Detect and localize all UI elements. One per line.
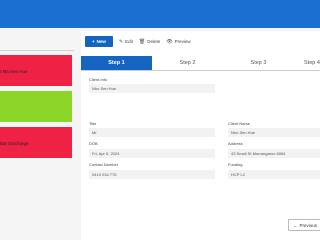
step-tabs: Step 1 Step 2 Step 3 Step 4	[81, 56, 320, 71]
tab-step-3[interactable]: Step 3	[223, 56, 294, 70]
contact-number-field[interactable]: 0419 034 776	[89, 170, 215, 179]
top-app-bar	[0, 0, 320, 28]
tab-step-4[interactable]: Step 4	[294, 56, 320, 70]
edit-button[interactable]: ✎ Edit	[119, 39, 133, 45]
client-name-field[interactable]: Nho Sen Hue	[228, 128, 320, 137]
plus-icon: +	[92, 39, 95, 44]
funding-label: Funding	[228, 162, 243, 167]
new-button[interactable]: + New	[85, 36, 113, 47]
dob-field[interactable]: Fri, Apr 5, 2024	[89, 149, 215, 158]
tab-step-2[interactable]: Step 2	[152, 56, 223, 70]
client-card-discharge[interactable]: Bar Discharge	[0, 127, 72, 158]
arrow-left-icon: ←	[293, 222, 298, 228]
client-card-label: Bar Discharge	[0, 141, 29, 146]
client-name-label: Client Name	[228, 121, 251, 126]
client-card-ok[interactable]	[0, 91, 72, 122]
pencil-icon: ✎	[118, 38, 124, 45]
client-info-field[interactable]: Nho Sen Hue	[89, 84, 215, 93]
command-bar: + New ✎ Edit 🗑 Delete 👁 Preview	[85, 36, 191, 47]
left-divider	[0, 50, 74, 51]
title-label: Title	[89, 121, 97, 126]
trash-icon: 🗑	[138, 38, 146, 45]
client-card-alert[interactable]: t Ma Sen Hue	[0, 55, 72, 86]
tab-step-1[interactable]: Step 1	[81, 56, 152, 70]
eye-icon: 👁	[166, 38, 173, 45]
contact-number-label: Contact Number	[89, 162, 119, 167]
client-info-label: Client Info	[89, 77, 108, 82]
dob-label: DOB	[89, 141, 98, 146]
preview-button[interactable]: 👁 Preview	[166, 39, 190, 45]
previous-button[interactable]: ← Previous	[288, 219, 320, 231]
address-label: Address	[228, 141, 243, 146]
funding-field[interactable]: HCP L2	[228, 170, 320, 179]
left-panel: t Ma Sen Hue Bar Discharge	[0, 31, 78, 240]
client-card-label: t Ma Sen Hue	[0, 69, 28, 74]
title-field[interactable]: Mr	[89, 128, 215, 137]
delete-button[interactable]: 🗑 Delete	[139, 39, 160, 45]
address-field[interactable]: 43 Small St Murrangaroo 6064	[228, 149, 320, 158]
